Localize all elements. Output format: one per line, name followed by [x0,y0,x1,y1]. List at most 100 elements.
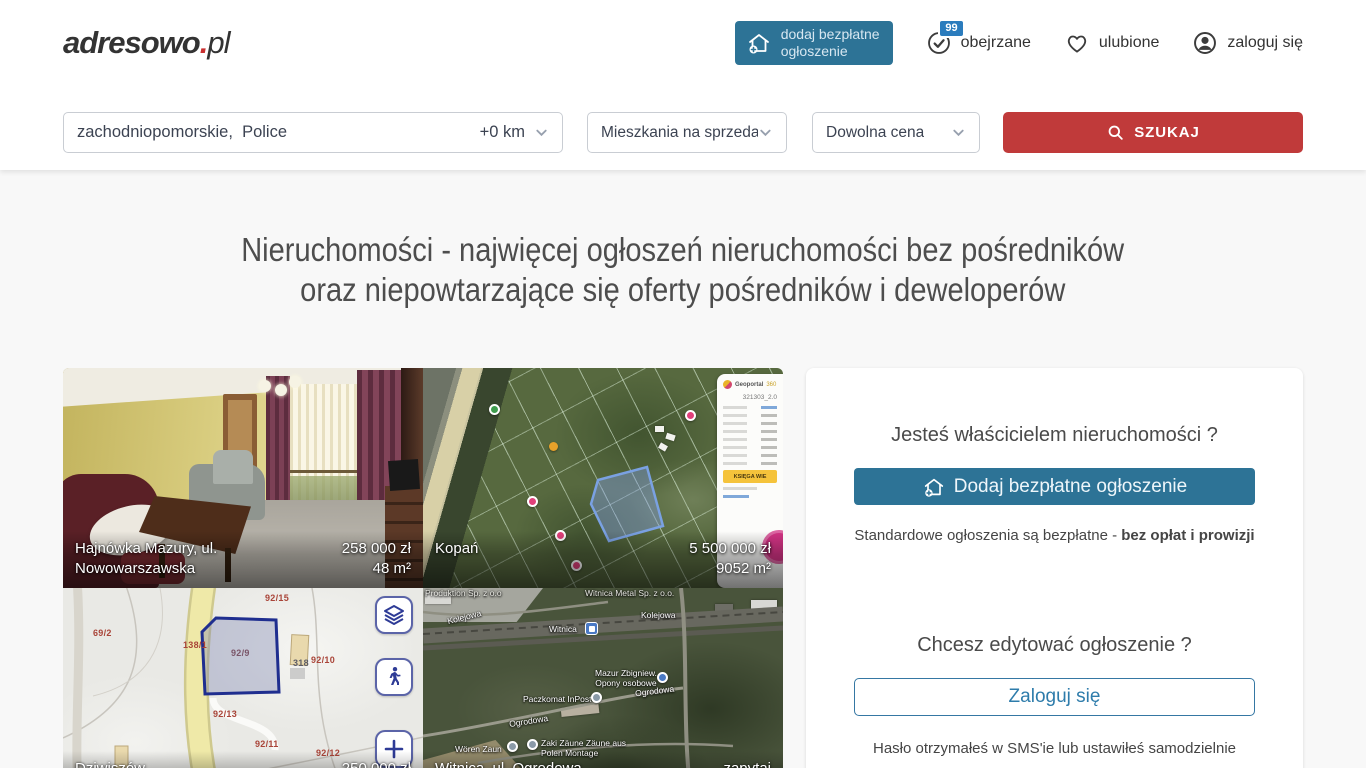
listing-caption: Witnica, ul. Ogrodowa zapytaj [423,751,783,768]
geoportal-data-row [723,462,777,465]
geoportal-data-row [723,438,777,441]
user-icon [1192,30,1218,56]
house-add-icon [922,475,946,499]
search-button[interactable]: SZUKAJ [1003,112,1303,153]
geoportal-data-row [723,495,777,498]
parcel-number: 92/10 [311,655,335,665]
top-header: adresowo.pl dodaj bezpłatneogłoszenie [0,0,1366,170]
check-circle-icon: 99 [926,30,952,56]
geoportal-brand-suffix: 360 [766,382,776,388]
radius-selector[interactable]: +0 km [480,123,549,142]
photo-recliner-back [213,450,253,484]
listing-location: Witnica, ul. Ogrodowa [435,759,582,768]
map-station-label: Witnica [549,624,577,634]
favorites-nav-item[interactable]: ulubione [1064,30,1160,56]
add-listing-label: dodaj bezpłatneogłoszenie [781,26,880,60]
listing-caption: Dziwiszów 250 000 zł [63,751,423,768]
listing-caption: Hajnówka Mazury, ul. Nowowarszawska 258 … [63,531,423,588]
geoportal-data-row [723,430,777,433]
header-nav: dodaj bezpłatneogłoszenie 99 obejrzane [735,21,1303,66]
add-listing-button[interactable]: dodaj bezpłatneogłoszenie [735,21,893,66]
geoportal-data-row [723,422,777,425]
geoportal-kw-button: KSIĘGA WIE [723,470,777,483]
password-note: Hasło otrzymałeś w SMS'ie lub ustawiłeś … [854,740,1255,757]
listing-location: Dziwiszów [75,759,145,768]
photo-chandelier [259,370,303,396]
search-button-label: SZUKAJ [1134,124,1199,141]
page-title: Nieruchomości - najwięcej ogłoszeń nieru… [0,170,1366,310]
listing-price: 250 000 zł [342,759,411,768]
map-marker-blue [657,672,668,683]
location-field[interactable]: +0 km [63,112,563,153]
listing-price: 258 000 zł [342,539,411,559]
search-bar: +0 km Mieszkania na sprzeda Dowolna cena… [63,112,1303,153]
listing-card-witnica[interactable]: Produktion Sp. z o.o Witnica Metal Sp. z… [423,588,783,768]
login-label: zaloguj się [1227,34,1303,52]
listing-price: 5 500 000 zł [689,539,771,559]
geoportal-data-row [723,414,777,417]
chevron-down-icon [534,125,549,140]
listing-caption: Kopań 5 500 000 zł 9052 m² [423,531,783,588]
geoportal-logo-icon [723,380,732,389]
main-area: Nieruchomości - najwięcej ogłoszeń nieru… [0,170,1366,768]
listing-card-hajnowka[interactable]: Hajnówka Mazury, ul. Nowowarszawska 258 … [63,368,423,588]
map-street-label: Kolejowa [641,610,676,620]
geoportal-brand: Geoportal [735,382,763,388]
category-value: Mieszkania na sprzeda [601,124,758,142]
category-select[interactable]: Mieszkania na sprzeda [587,112,787,153]
viewed-nav-item[interactable]: 99 obejrzane [926,30,1031,56]
parcel-number: 92/13 [213,709,237,719]
listing-card-dziwiszow[interactable]: 92/15 69/2 138/1 92/9 318 92/10 92/13 92… [63,588,423,768]
house-add-icon [746,30,772,56]
listing-location: Kopań [435,539,478,559]
listing-card-kopan[interactable]: Geoportal 360 321303_2.0 KSIĘGA WIE [423,368,783,588]
map-label-inpost: Paczkomat InPost [523,694,592,704]
photo-tv [388,459,420,491]
cadastral-map-drawing [63,588,423,768]
page-title-line2: oraz niepowtarzające się oferty pośredni… [300,270,1065,310]
price-select[interactable]: Dowolna cena [812,112,980,153]
listings-grid: Hajnówka Mazury, ul. Nowowarszawska 258 … [63,368,783,768]
location-input[interactable] [77,123,480,142]
pedestrian-icon [382,665,406,689]
parcel-number: 92/15 [265,593,289,603]
listing-price: zapytaj [723,759,771,768]
map-label-business: Mazur Zbigniew.Opony osobowe [595,668,657,688]
map-layers-button[interactable] [375,596,413,634]
listing-area: 9052 m² [689,559,771,579]
geoportal-data-row [723,406,777,409]
parcel-number: 138/1 [183,640,207,650]
brand-tld: pl [207,25,229,60]
favorites-label: ulubione [1099,34,1160,52]
edit-heading: Chcesz edytować ogłoszenie ? [854,634,1255,657]
chevron-down-icon [758,125,773,140]
train-station-icon [585,622,598,635]
add-free-listing-label: Dodaj bezpłatne ogłoszenie [954,476,1187,498]
parcel-number: 92/9 [231,648,250,658]
heart-icon [1064,30,1090,56]
header-row: adresowo.pl dodaj bezpłatneogłoszenie [63,21,1303,65]
layers-icon [382,603,406,627]
parcel-number: 69/2 [93,628,112,638]
chevron-down-icon [951,125,966,140]
brand-logo[interactable]: adresowo.pl [63,25,229,61]
map-label-business: Produktion Sp. z o.o [425,588,502,598]
geoportal-parcel-code: 321303_2.0 [723,394,777,401]
add-free-listing-button[interactable]: Dodaj bezpłatne ogłoszenie [854,468,1255,505]
map-marker-gray [591,692,602,703]
free-listings-note: Standardowe ogłoszenia są bezpłatne - be… [854,527,1255,544]
owner-heading: Jesteś właścicielem nieruchomości ? [854,424,1255,447]
geoportal-data-row [723,446,777,449]
price-value: Dowolna cena [826,124,924,142]
geoportal-data-row [723,487,777,490]
geoportal-data-row [723,454,777,457]
map-marker-gray [527,739,538,750]
viewed-count-badge: 99 [938,19,964,38]
listing-area: 48 m² [342,559,411,579]
map-streetview-button[interactable] [375,658,413,696]
radius-value: +0 km [480,123,525,142]
viewed-label: obejrzane [961,34,1031,52]
login-nav-item[interactable]: zaloguj się [1192,30,1303,56]
page-title-line1: Nieruchomości - najwięcej ogłoszeń nieru… [242,230,1125,270]
login-button[interactable]: Zaloguj się [854,678,1255,716]
